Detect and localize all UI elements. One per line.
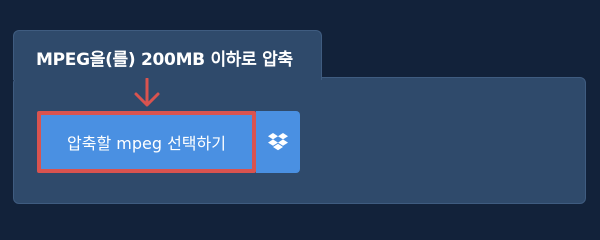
upload-button-group: 압축할 mpeg 선택하기 [37,111,300,173]
dropbox-button[interactable] [256,111,300,173]
select-file-button[interactable]: 압축할 mpeg 선택하기 [37,111,256,173]
arrow-down-icon [134,78,160,107]
section-title: MPEG을(를) 200MB 이하로 압축 [36,50,293,70]
section-tab: MPEG을(를) 200MB 이하로 압축 [13,30,322,80]
dropbox-icon [268,133,288,151]
